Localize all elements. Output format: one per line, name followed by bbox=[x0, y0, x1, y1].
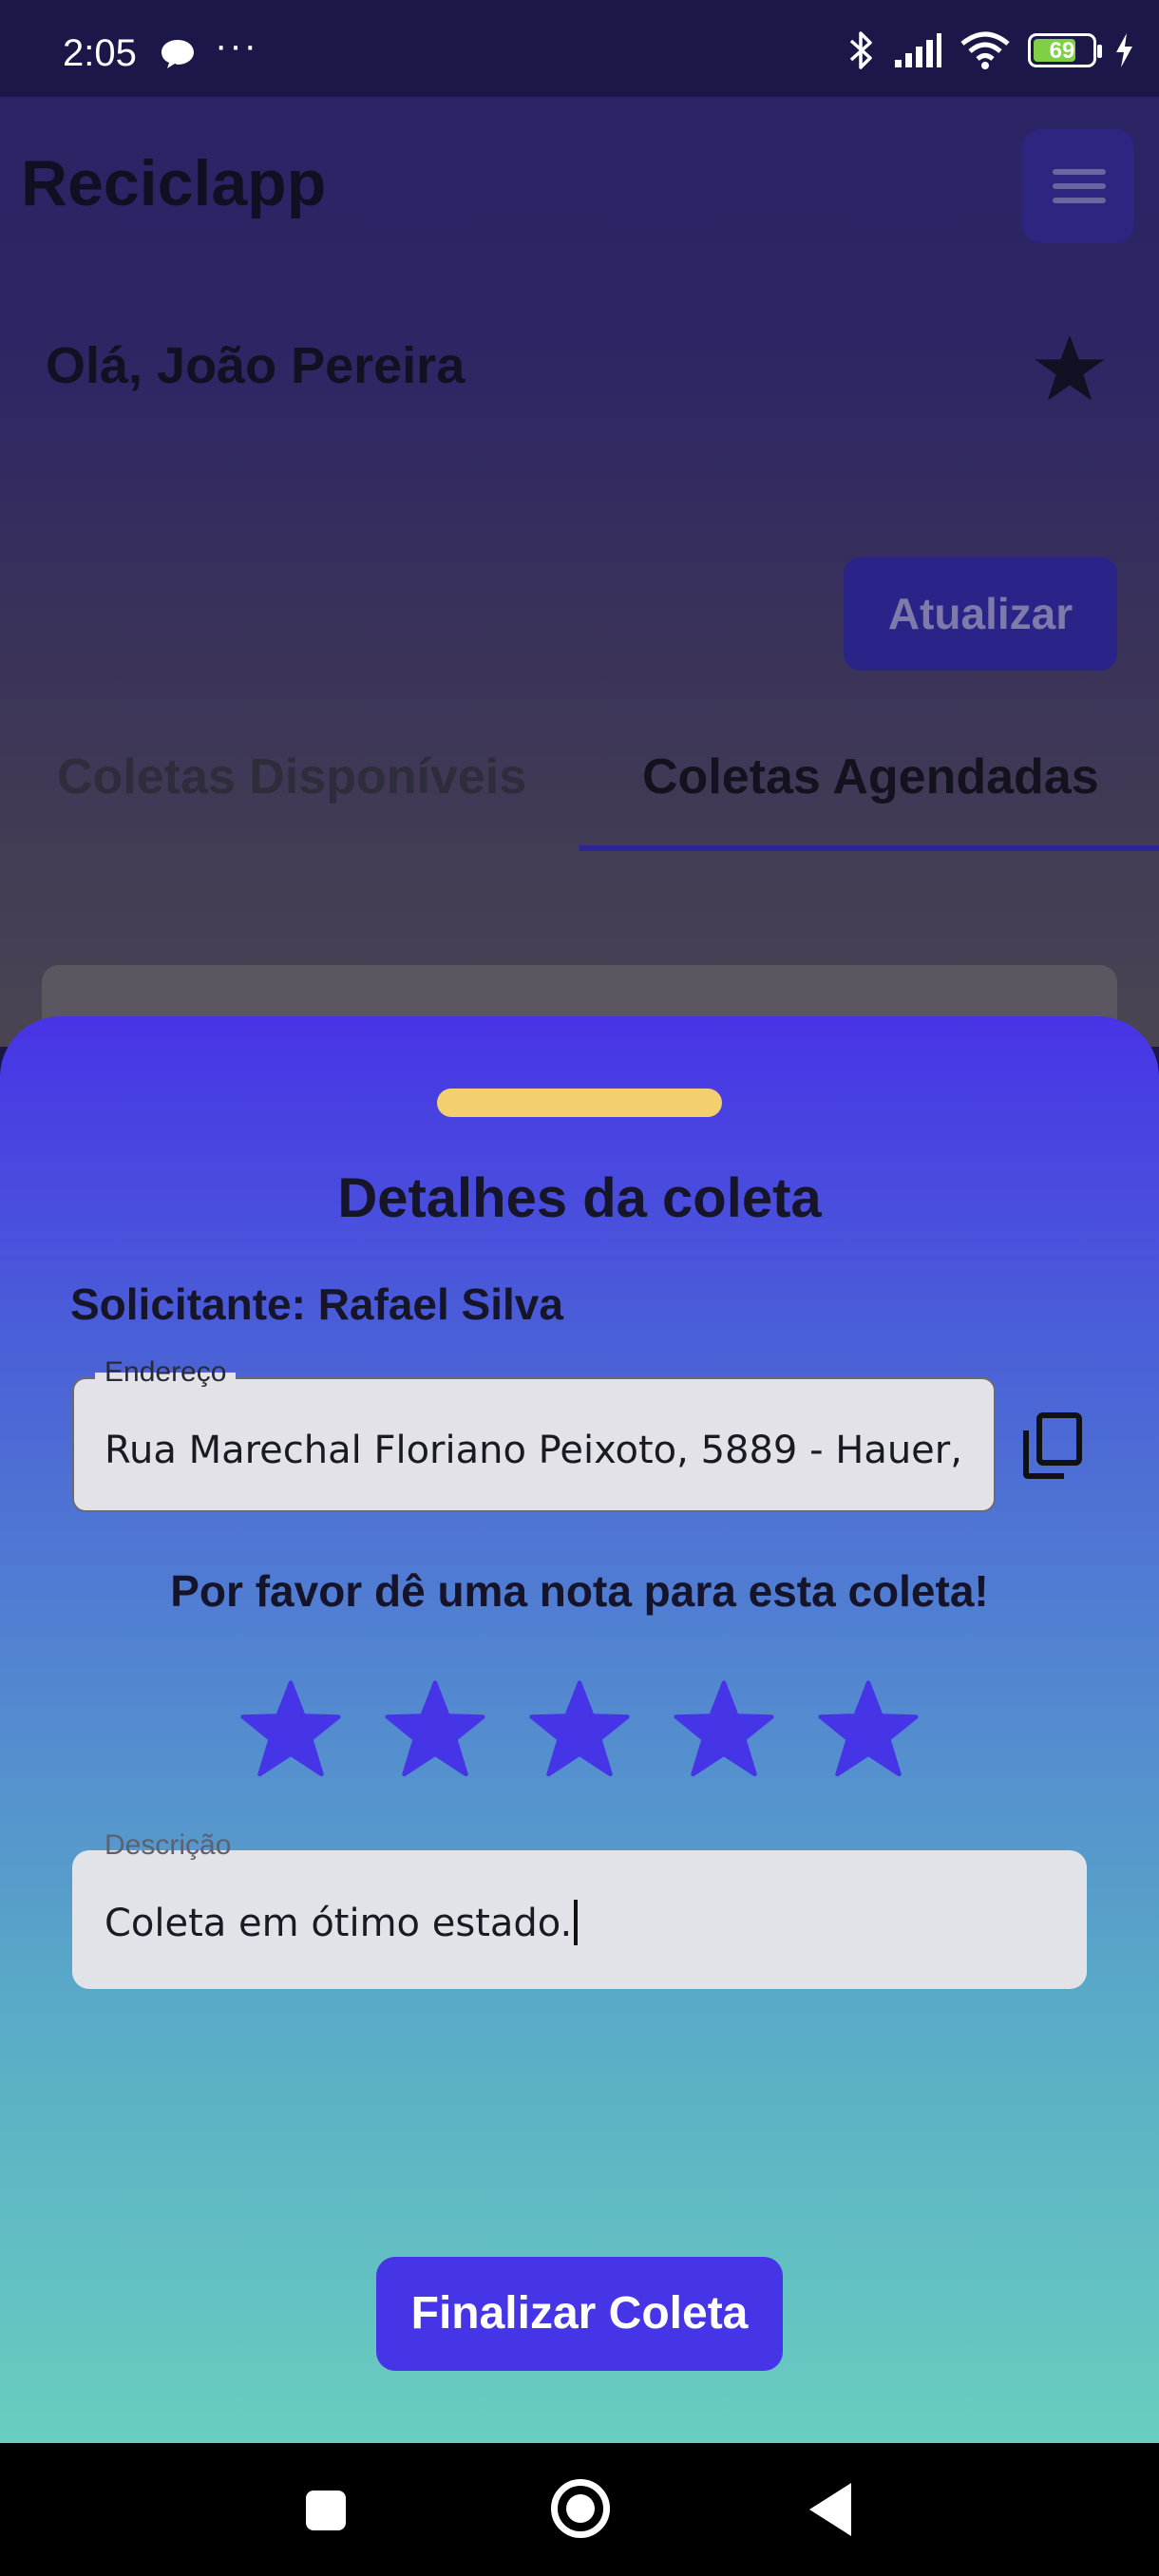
finish-collection-button[interactable]: Finalizar Coleta bbox=[376, 2257, 783, 2371]
back-icon[interactable] bbox=[809, 2483, 851, 2536]
rating-stars[interactable] bbox=[238, 1677, 922, 1784]
rating-star-1-icon[interactable] bbox=[238, 1677, 344, 1784]
status-bar: 2:05 ··· 69 bbox=[0, 0, 1159, 97]
copy-icon[interactable] bbox=[1022, 1411, 1083, 1480]
charging-icon bbox=[1116, 33, 1132, 67]
description-input[interactable]: Coleta em ótimo estado. bbox=[104, 1900, 579, 1945]
tab-scheduled-collections[interactable]: Coletas Agendadas bbox=[642, 748, 1099, 805]
tab-selected-indicator bbox=[580, 845, 1159, 851]
sheet-title: Detalhes da coleta bbox=[337, 1167, 822, 1229]
star-icon[interactable] bbox=[1032, 331, 1108, 407]
tab-available-collections[interactable]: Coletas Disponíveis bbox=[57, 748, 526, 805]
rating-star-5-icon[interactable] bbox=[815, 1677, 922, 1784]
requester-name: Solicitante: Rafael Silva bbox=[70, 1279, 563, 1329]
menu-icon bbox=[1053, 169, 1106, 175]
rating-star-4-icon[interactable] bbox=[671, 1677, 777, 1784]
rating-prompt: Por favor dê uma nota para esta coleta! bbox=[170, 1566, 989, 1616]
text-cursor bbox=[574, 1900, 579, 1945]
description-label: Descrição bbox=[104, 1829, 232, 1861]
more-notifications-icon: ··· bbox=[215, 25, 258, 66]
sheet-drag-handle[interactable] bbox=[437, 1089, 722, 1117]
menu-button[interactable] bbox=[1022, 129, 1134, 243]
home-icon[interactable] bbox=[551, 2479, 610, 2538]
address-label: Endereço bbox=[95, 1356, 237, 1389]
rating-star-3-icon[interactable] bbox=[526, 1677, 633, 1784]
battery-level: 69 bbox=[1049, 38, 1075, 64]
collection-details-sheet: Detalhes da coleta Solicitante: Rafael S… bbox=[0, 1016, 1159, 2443]
recents-icon[interactable] bbox=[306, 2491, 346, 2530]
navigation-bar bbox=[0, 2443, 1159, 2576]
greeting: Olá, João Pereira bbox=[46, 337, 466, 394]
status-time: 2:05 bbox=[63, 32, 137, 74]
rating-star-2-icon[interactable] bbox=[382, 1677, 488, 1784]
chat-bubble-icon bbox=[162, 40, 194, 68]
app-title: Reciclapp bbox=[21, 147, 327, 219]
battery-icon: 69 bbox=[1028, 33, 1102, 67]
background-screen: Reciclapp Olá, João Pereira Atualizar Co… bbox=[0, 97, 1159, 1079]
wifi-icon bbox=[960, 31, 1010, 69]
bluetooth-icon bbox=[849, 31, 872, 69]
address-value[interactable]: Rua Marechal Floriano Peixoto, 5889 - Ha… bbox=[104, 1429, 960, 1472]
signal-icon bbox=[895, 33, 941, 67]
description-text: Coleta em ótimo estado. bbox=[104, 1902, 573, 1945]
refresh-button[interactable]: Atualizar bbox=[844, 557, 1117, 671]
